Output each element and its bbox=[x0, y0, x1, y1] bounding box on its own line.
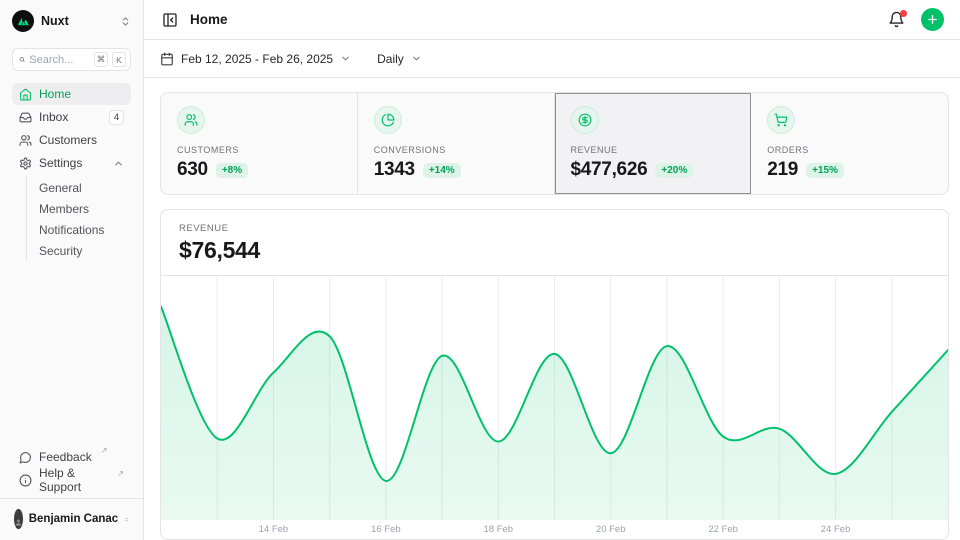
info-circle-icon bbox=[19, 474, 32, 487]
sidebar-item-general[interactable]: General bbox=[39, 177, 131, 198]
search-icon bbox=[19, 54, 25, 65]
sidebar: Nuxt ⌘ K Home Inbox 4 Customers bbox=[0, 0, 144, 540]
external-link-icon: ↗ bbox=[101, 446, 108, 455]
date-range-picker[interactable]: Feb 12, 2025 - Feb 26, 2025 bbox=[160, 52, 351, 66]
sidebar-item-home[interactable]: Home bbox=[12, 83, 131, 105]
chart-header: REVENUE $76,544 bbox=[161, 210, 948, 276]
calendar-icon bbox=[160, 52, 174, 66]
sidebar-item-label: Home bbox=[39, 87, 124, 101]
search-input[interactable] bbox=[29, 54, 90, 66]
search-input-wrapper[interactable]: ⌘ K bbox=[12, 48, 131, 71]
message-bubble-icon bbox=[19, 451, 32, 464]
stat-value: $477,626 bbox=[571, 159, 648, 181]
stat-card-customers[interactable]: CUSTOMERS 630 +8% bbox=[161, 93, 358, 194]
revenue-chart-card: REVENUE $76,544 14 Feb 16 Feb 18 Feb 20 Feb… bbox=[160, 209, 949, 540]
sidebar-collapse-button[interactable] bbox=[160, 10, 180, 30]
kbd-cmd: ⌘ bbox=[94, 52, 108, 67]
stat-label: CUSTOMERS bbox=[177, 145, 341, 155]
stat-label: CONVERSIONS bbox=[374, 145, 538, 155]
stat-label: ORDERS bbox=[767, 145, 932, 155]
sidebar-item-notifications[interactable]: Notifications bbox=[39, 219, 131, 240]
chart-metric-label: REVENUE bbox=[179, 223, 930, 234]
stat-card-orders[interactable]: ORDERS 219 +15% bbox=[751, 93, 948, 194]
top-header: Home bbox=[144, 0, 960, 40]
granularity-value: Daily bbox=[377, 52, 404, 66]
x-axis-tick: 18 Feb bbox=[483, 524, 513, 535]
stat-value: 219 bbox=[767, 159, 798, 181]
chart-metric-value: $76,544 bbox=[179, 237, 930, 264]
granularity-select[interactable]: Daily bbox=[377, 52, 422, 66]
stat-delta-badge: +15% bbox=[806, 163, 844, 178]
app-window: Nuxt ⌘ K Home Inbox 4 Customers bbox=[0, 0, 960, 540]
gear-icon bbox=[19, 157, 32, 170]
dollar-circle-icon bbox=[578, 113, 592, 127]
main-panel: Home Feb 12, 2025 - Feb 26, 2025 Daily bbox=[144, 0, 960, 540]
inbox-count-badge: 4 bbox=[109, 110, 124, 125]
sidebar-divider bbox=[0, 498, 143, 499]
sidebar-item-settings[interactable]: Settings bbox=[12, 152, 131, 174]
x-axis-tick: 16 Feb bbox=[371, 524, 401, 535]
stat-delta-badge: +8% bbox=[216, 163, 248, 178]
feedback-label: Feedback bbox=[39, 450, 92, 464]
user-name: Benjamin Canac bbox=[29, 513, 118, 525]
chevrons-up-down-icon bbox=[124, 514, 129, 525]
notifications-button[interactable] bbox=[886, 9, 907, 30]
users-icon bbox=[19, 134, 32, 147]
sidebar-item-label: Inbox bbox=[39, 110, 102, 124]
sidebar-item-label: Customers bbox=[39, 133, 124, 147]
help-support-link[interactable]: Help & Support ↗ bbox=[12, 469, 131, 491]
sidebar-nav: Home Inbox 4 Customers Settings General … bbox=[12, 83, 131, 263]
x-axis-tick: 14 Feb bbox=[259, 524, 289, 535]
workspace-name: Nuxt bbox=[41, 14, 113, 28]
user-menu[interactable]: Benjamin Canac bbox=[12, 506, 131, 532]
home-icon bbox=[19, 88, 32, 101]
chart-canvas bbox=[161, 276, 948, 520]
notification-dot bbox=[900, 10, 907, 17]
chart-x-axis: 14 Feb 16 Feb 18 Feb 20 Feb 22 Feb 24 Feb bbox=[161, 520, 948, 539]
stat-delta-badge: +20% bbox=[655, 163, 693, 178]
nuxt-logo-icon bbox=[12, 10, 34, 32]
kbd-k: K bbox=[112, 52, 126, 67]
date-range-value: Feb 12, 2025 - Feb 26, 2025 bbox=[181, 52, 333, 66]
panel-left-close-icon bbox=[162, 12, 178, 28]
help-support-label: Help & Support bbox=[39, 466, 108, 494]
stat-value: 1343 bbox=[374, 159, 415, 181]
dashboard-content: CUSTOMERS 630 +8% CONVERSIONS 1343 +14% bbox=[144, 78, 960, 540]
chevron-up-icon bbox=[113, 158, 124, 169]
sidebar-item-customers[interactable]: Customers bbox=[12, 129, 131, 151]
sidebar-item-security[interactable]: Security bbox=[39, 240, 131, 261]
inbox-icon bbox=[19, 111, 32, 124]
pie-chart-icon bbox=[381, 113, 395, 127]
stat-value: 630 bbox=[177, 159, 208, 181]
plus-icon bbox=[926, 13, 939, 26]
x-axis-tick: 22 Feb bbox=[708, 524, 738, 535]
add-button[interactable] bbox=[921, 8, 944, 31]
sidebar-footer: Feedback ↗ Help & Support ↗ Benjamin Can… bbox=[12, 446, 131, 532]
workspace-switcher[interactable]: Nuxt bbox=[12, 8, 131, 34]
stat-delta-badge: +14% bbox=[423, 163, 461, 178]
x-axis-tick: 20 Feb bbox=[596, 524, 626, 535]
sidebar-item-label: Settings bbox=[39, 156, 106, 170]
stats-row: CUSTOMERS 630 +8% CONVERSIONS 1343 +14% bbox=[160, 92, 949, 195]
feedback-link[interactable]: Feedback ↗ bbox=[12, 446, 131, 468]
stat-card-revenue[interactable]: REVENUE $477,626 +20% bbox=[555, 93, 752, 194]
chevron-down-icon bbox=[411, 53, 422, 64]
sidebar-item-members[interactable]: Members bbox=[39, 198, 131, 219]
chevron-down-icon bbox=[340, 53, 351, 64]
page-title: Home bbox=[190, 12, 876, 27]
users-icon bbox=[184, 113, 198, 127]
x-axis-tick: 24 Feb bbox=[821, 524, 851, 535]
revenue-area-chart[interactable] bbox=[161, 276, 948, 520]
chevrons-up-down-icon bbox=[120, 16, 131, 27]
external-link-icon: ↗ bbox=[117, 469, 124, 478]
shopping-cart-icon bbox=[774, 113, 788, 127]
filters-toolbar: Feb 12, 2025 - Feb 26, 2025 Daily bbox=[144, 40, 960, 78]
settings-submenu: General Members Notifications Security bbox=[26, 177, 131, 261]
avatar bbox=[14, 509, 23, 529]
stat-label: REVENUE bbox=[571, 145, 735, 155]
sidebar-item-inbox[interactable]: Inbox 4 bbox=[12, 106, 131, 128]
stat-card-conversions[interactable]: CONVERSIONS 1343 +14% bbox=[358, 93, 555, 194]
